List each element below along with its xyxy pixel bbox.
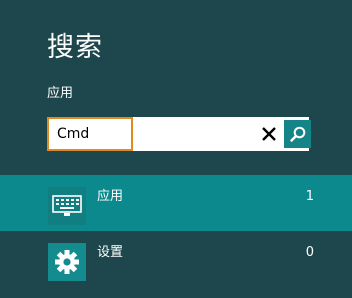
search-box: Cmd: [47, 117, 311, 151]
close-icon: [262, 127, 276, 141]
result-row-apps[interactable]: 应用 1: [0, 175, 352, 231]
search-icon: [289, 126, 305, 142]
search-charm-panel: 搜索 应用 Cmd 应用 1 设置 0: [0, 0, 352, 298]
result-row-settings[interactable]: 设置 0: [0, 231, 352, 287]
result-label: 设置: [97, 245, 124, 260]
keyboard-icon: [48, 187, 86, 225]
search-input[interactable]: Cmd: [47, 117, 133, 151]
result-label: 应用: [97, 189, 124, 204]
result-count: 0: [305, 245, 314, 260]
gear-icon: [48, 243, 86, 281]
page-title: 搜索: [47, 32, 103, 63]
search-scope-label: 应用: [47, 86, 74, 101]
clear-button[interactable]: [254, 117, 284, 151]
search-button[interactable]: [284, 120, 311, 148]
result-count: 1: [305, 189, 314, 204]
